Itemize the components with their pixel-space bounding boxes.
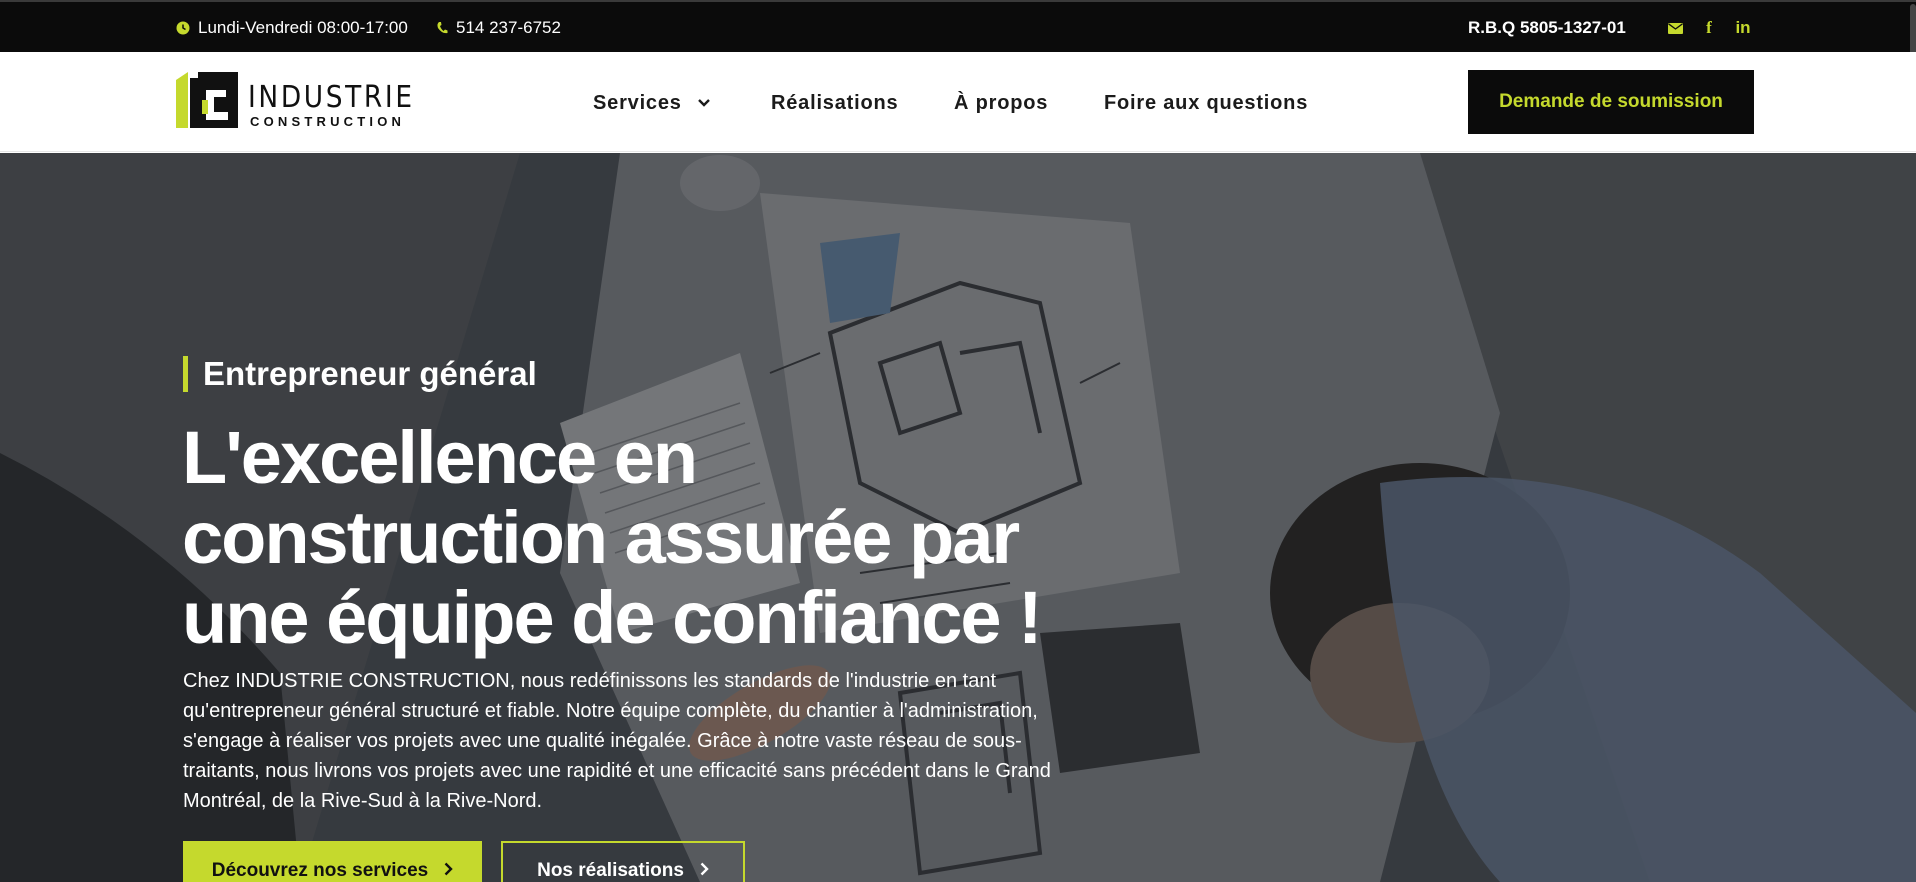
mail-icon[interactable] [1664,16,1686,40]
our-projects-label: Nos réalisations [537,860,684,881]
site-header: INDUSTRIE CONSTRUCTION Services Réalisat… [0,52,1916,152]
quote-request-button[interactable]: Demande de soumission [1468,70,1754,134]
phone-text: 514 237-6752 [456,18,561,37]
hours-text: Lundi-Vendredi 08:00-17:00 [198,18,408,37]
logo-mark-icon [176,72,238,128]
nav-services[interactable]: Services [593,88,710,118]
rbq-license: R.B.Q 5805-1327-01 [1468,18,1626,37]
phone-icon [436,21,448,35]
hero-eyebrow: Entrepreneur général [183,355,537,392]
logo-subword: CONSTRUCTION [250,114,406,129]
hero-description: Chez INDUSTRIE CONSTRUCTION, nous redéfi… [183,670,1051,812]
clock-icon [176,21,190,35]
top-info-bar: Lundi-Vendredi 08:00-17:00 514 237-6752 … [0,0,1916,124]
nav-realisations[interactable]: Réalisations [771,88,898,118]
chevron-right-icon [444,860,453,882]
hero-section: Entrepreneur général L'excellence en con… [0,153,1916,882]
facebook-icon[interactable]: f [1698,16,1720,40]
linkedin-icon[interactable]: in [1732,16,1754,40]
business-hours: Lundi-Vendredi 08:00-17:00 [176,18,408,38]
chevron-right-icon [700,860,709,882]
nav-services-label: Services [593,91,682,114]
hero-title: L'excellence en construction assurée par… [182,416,1043,659]
logo-wordmark: INDUSTRIE [248,80,415,115]
discover-services-label: Découvrez nos services [211,860,429,881]
logo[interactable]: INDUSTRIE CONSTRUCTION [176,70,412,130]
nav-faq[interactable]: Foire aux questions [1104,88,1308,118]
phone-link[interactable]: 514 237-6752 [436,18,561,38]
chevron-down-icon [697,99,710,107]
nav-about[interactable]: À propos [954,88,1048,118]
our-projects-button[interactable]: Nos réalisations [501,841,745,882]
discover-services-button[interactable]: Découvrez nos services [183,841,482,882]
